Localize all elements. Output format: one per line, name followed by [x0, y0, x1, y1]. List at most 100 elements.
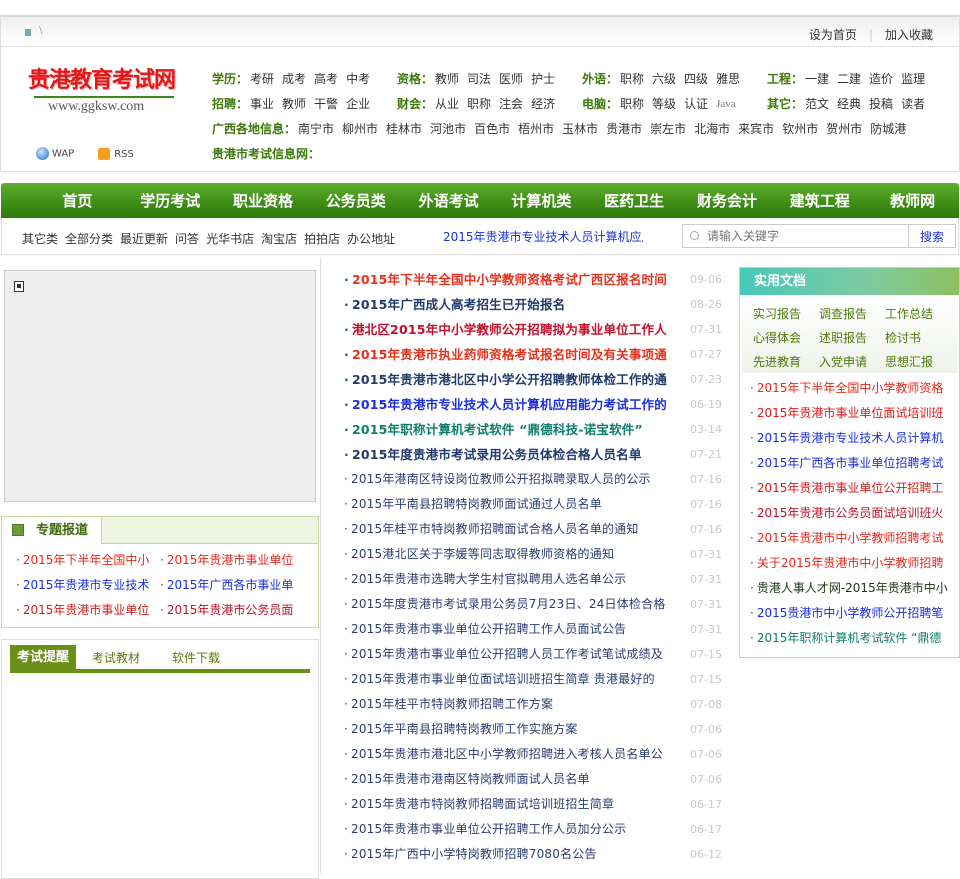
topic-item[interactable]: · 2015年贵港市公务员面: [160, 601, 310, 618]
news-link[interactable]: · 2015年贵港市专业技术人员计算机应用能力考试工作的: [344, 396, 688, 421]
category-link[interactable]: 贵港市: [606, 117, 642, 142]
doc-item[interactable]: · 2015贵港市中小学教师公开招聘笔: [750, 604, 950, 629]
category-link[interactable]: 贺州市: [826, 117, 862, 142]
scrolling-notice[interactable]: 2015年贵港市专业技术人员计算机应用能力考试: [443, 228, 643, 245]
category-link[interactable]: 北海市: [694, 117, 730, 142]
nav-item[interactable]: 职业资格: [217, 183, 310, 218]
nav-item[interactable]: 建筑工程: [773, 183, 866, 218]
category-link[interactable]: 职称: [620, 67, 644, 92]
nav-item[interactable]: 公务员类: [309, 183, 402, 218]
doc-item[interactable]: · 2015年贵港市专业技术人员计算机: [750, 429, 950, 454]
news-link[interactable]: · 2015年贵港市港北区中小学教师招聘进入考核人员名单公: [344, 746, 688, 771]
category-link[interactable]: 读者: [901, 92, 925, 117]
category-link[interactable]: 医师: [499, 67, 523, 92]
sub-nav-item[interactable]: 办公地址: [347, 232, 395, 246]
doc-category-link[interactable]: 实习报告: [753, 305, 819, 325]
tab-2[interactable]: 软件下载: [156, 645, 236, 669]
category-link[interactable]: 造价: [869, 67, 893, 92]
doc-category-link[interactable]: 入党申请: [819, 353, 885, 373]
category-link[interactable]: 钦州市: [782, 117, 818, 142]
news-link[interactable]: · 2015年平南县招聘特岗教师面试通过人员名单: [344, 496, 688, 521]
set-homepage-link[interactable]: 设为首页: [809, 28, 857, 42]
doc-item[interactable]: · 2015年贵港市公务员面试培训班火: [750, 504, 950, 529]
doc-category-link[interactable]: 先进教育: [753, 353, 819, 373]
news-link[interactable]: · 2015年广西成人高考招生已开始报名: [344, 296, 688, 321]
news-link[interactable]: · 2015年贵港市选聘大学生村官拟聘用人选名单公示: [344, 571, 688, 596]
category-link[interactable]: Java: [716, 92, 736, 117]
category-link[interactable]: 认证: [684, 92, 708, 117]
rss-link[interactable]: RSS: [98, 147, 134, 160]
news-link[interactable]: · 2015年贵港市港南区特岗教师面试人员名单: [344, 771, 688, 796]
nav-item[interactable]: 财务会计: [681, 183, 774, 218]
sub-nav-item[interactable]: 拍拍店: [304, 232, 340, 246]
search-button[interactable]: 搜索: [908, 225, 955, 247]
category-link[interactable]: 成考: [282, 67, 306, 92]
doc-item[interactable]: · 2015年广西各市事业单位招聘考试: [750, 454, 950, 479]
category-link[interactable]: 教师: [435, 67, 459, 92]
category-link[interactable]: 考研: [250, 67, 274, 92]
category-link[interactable]: 干警: [314, 92, 338, 117]
doc-category-link[interactable]: 调查报告: [819, 305, 885, 325]
image-slideshow[interactable]: [4, 270, 316, 502]
category-link[interactable]: 范文: [805, 92, 829, 117]
category-link[interactable]: 事业: [250, 92, 274, 117]
news-link[interactable]: · 2015年平南县招聘特岗教师工作实施方案: [344, 721, 688, 746]
sub-nav-item[interactable]: 全部分类: [65, 232, 113, 246]
news-link[interactable]: · 2015年职称计算机考试软件 “鼎德科技-诺宝软件”: [344, 421, 688, 446]
tab-0[interactable]: 考试提醒: [10, 645, 76, 669]
category-link[interactable]: 四级: [684, 67, 708, 92]
news-link[interactable]: · 港北区2015年中小学教师公开招聘拟为事业单位工作人: [344, 321, 688, 346]
category-link[interactable]: 投稿: [869, 92, 893, 117]
category-link[interactable]: 职称: [620, 92, 644, 117]
news-link[interactable]: · 2015年下半年全国中小学教师资格考试广西区报名时间: [344, 271, 688, 296]
category-link[interactable]: 六级: [652, 67, 676, 92]
category-link[interactable]: 注会: [499, 92, 523, 117]
doc-item[interactable]: · 2015年贵港市事业单位公开招聘工: [750, 479, 950, 504]
doc-item[interactable]: · 2015年下半年全国中小学教师资格: [750, 379, 950, 404]
topic-item[interactable]: · 2015年下半年全国中小: [16, 551, 160, 568]
doc-item[interactable]: · 关于2015年贵港市中小学教师招聘: [750, 554, 950, 579]
category-link[interactable]: 职称: [467, 92, 491, 117]
category-link[interactable]: 桂林市: [386, 117, 422, 142]
news-link[interactable]: · 2015年度贵港市考试录用公务员体检合格人员名单: [344, 446, 688, 471]
topic-item[interactable]: · 2015年广西各市事业单: [160, 576, 310, 593]
home-icon[interactable]: [25, 29, 31, 36]
wap-link[interactable]: WAP: [36, 147, 74, 160]
news-link[interactable]: · 2015年桂平市特岗教师招聘工作方案: [344, 696, 688, 721]
category-link[interactable]: 雅思: [716, 67, 740, 92]
topic-item[interactable]: · 2015年贵港市事业单位: [16, 601, 160, 618]
category-link[interactable]: 河池市: [430, 117, 466, 142]
category-link[interactable]: 护士: [531, 67, 555, 92]
category-link[interactable]: 防城港: [870, 117, 906, 142]
doc-category-link[interactable]: 检讨书: [885, 329, 951, 349]
nav-item[interactable]: 学历考试: [124, 183, 217, 218]
category-link[interactable]: 高考: [314, 67, 338, 92]
doc-category-link[interactable]: 思想汇报: [885, 353, 951, 373]
category-link[interactable]: 柳州市: [342, 117, 378, 142]
doc-category-link[interactable]: 心得体会: [753, 329, 819, 349]
category-link[interactable]: 从业: [435, 92, 459, 117]
category-link[interactable]: 司法: [467, 67, 491, 92]
nav-item[interactable]: 医药卫生: [588, 183, 681, 218]
category-link[interactable]: 百色市: [474, 117, 510, 142]
sub-nav-item[interactable]: 最近更新: [120, 232, 168, 246]
site-logo[interactable]: 贵港教育考试网 www.ggksw.com: [28, 62, 188, 115]
category-link[interactable]: 南宁市: [298, 117, 334, 142]
nav-item[interactable]: 教师网: [866, 183, 959, 218]
news-link[interactable]: · 2015港北区关于李媛等同志取得教师资格的通知: [344, 546, 688, 571]
category-link[interactable]: 经济: [531, 92, 555, 117]
doc-item[interactable]: · 2015年职称计算机考试软件 “鼎德: [750, 629, 950, 654]
category-link[interactable]: 教师: [282, 92, 306, 117]
sub-nav-item[interactable]: 淘宝店: [261, 232, 297, 246]
category-link[interactable]: 经典: [837, 92, 861, 117]
category-link[interactable]: 二建: [837, 67, 861, 92]
news-link[interactable]: · 2015年贵港市港北区中小学公开招聘教师体检工作的通: [344, 371, 688, 396]
nav-item[interactable]: 计算机类: [495, 183, 588, 218]
topic-item[interactable]: · 2015年贵港市事业单位: [160, 551, 310, 568]
news-link[interactable]: · 2015年贵港市执业药师资格考试报名时间及有关事项通: [344, 346, 688, 371]
doc-item[interactable]: · 贵港人事人才网-2015年贵港市中小: [750, 579, 950, 604]
doc-category-link[interactable]: 工作总结: [885, 305, 951, 325]
category-link[interactable]: 玉林市: [562, 117, 598, 142]
search-input[interactable]: [683, 225, 908, 247]
category-link[interactable]: 一建: [805, 67, 829, 92]
